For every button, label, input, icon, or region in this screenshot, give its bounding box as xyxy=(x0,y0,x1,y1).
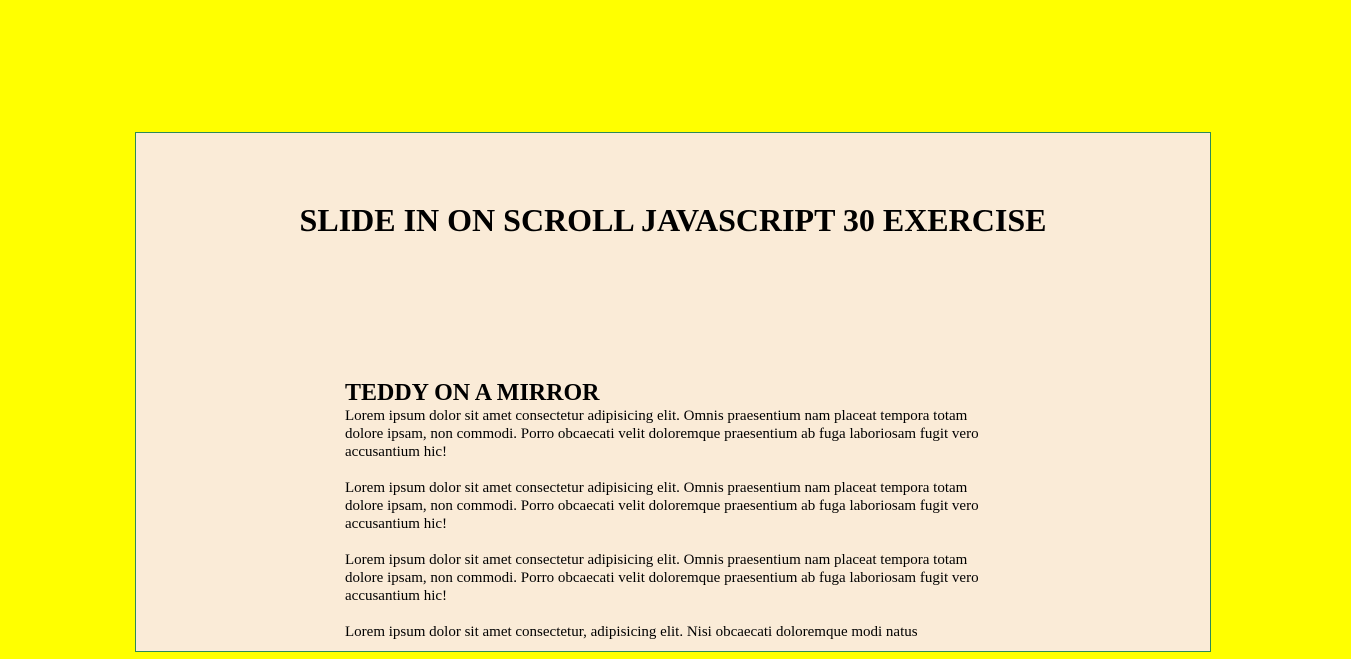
article: TEDDY ON A MIRROR Lorem ipsum dolor sit … xyxy=(345,379,1005,659)
content-container: SLIDE IN ON SCROLL JAVASCRIPT 30 EXERCIS… xyxy=(135,132,1211,652)
article-paragraph: Lorem ipsum dolor sit amet consectetur a… xyxy=(345,552,979,604)
article-paragraph: Lorem ipsum dolor sit amet consectetur a… xyxy=(345,408,979,460)
article-paragraph: Lorem ipsum dolor sit amet consectetur, … xyxy=(345,624,918,640)
article-paragraph: Lorem ipsum dolor sit amet consectetur a… xyxy=(345,480,979,532)
article-heading: TEDDY ON A MIRROR xyxy=(345,380,600,406)
page-title: SLIDE IN ON SCROLL JAVASCRIPT 30 EXERCIS… xyxy=(299,202,1047,238)
